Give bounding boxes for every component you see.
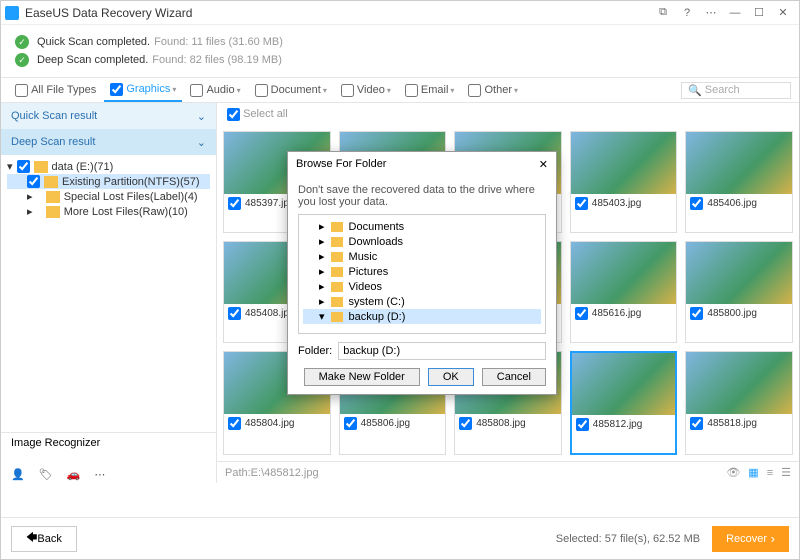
filter-video[interactable]: Video▾ [335, 78, 397, 102]
minimize-icon[interactable]: — [723, 1, 747, 25]
folder-browser-tree[interactable]: ▸ Documents▸ Downloads▸ Music▸ Pictures▸… [298, 214, 546, 334]
image-recognizer-label: Image Recognizer [1, 432, 216, 466]
browse-folder-dialog: Browse For Folder ✕ Don't save the recov… [287, 151, 557, 395]
thumbnail-card[interactable]: 485818.jpg [685, 351, 793, 455]
browser-node[interactable]: ▸ Downloads [303, 234, 541, 249]
folder-icon [46, 191, 60, 203]
thumbnail-card[interactable]: 485403.jpg [570, 131, 678, 233]
app-title: EaseUS Data Recovery Wizard [25, 6, 192, 20]
thumbnail-card[interactable]: 485812.jpg [570, 351, 678, 455]
maximize-icon[interactable]: ☐ [747, 1, 771, 25]
detail-view-icon[interactable]: ☰ [781, 466, 791, 479]
grid-view-icon[interactable]: ▦ [748, 466, 758, 479]
filter-graphics[interactable]: Graphics▾ [104, 78, 182, 102]
filter-email[interactable]: Email▾ [399, 78, 461, 102]
menu-icon[interactable]: ⋯ [699, 1, 723, 25]
browser-node[interactable]: ▸ system (C:) [303, 294, 541, 309]
dialog-title: Browse For Folder [296, 158, 386, 170]
folder-input[interactable] [338, 342, 546, 360]
quick-scan-status: ✓ Quick Scan completed. Found: 11 files … [15, 35, 785, 49]
quick-scan-header[interactable]: Quick Scan result⌄ [1, 103, 216, 129]
check-icon: ✓ [15, 53, 29, 67]
folder-tree[interactable]: ▾ data (E:)(71) Existing Partition(NTFS)… [1, 155, 216, 432]
search-input[interactable]: 🔍 Search [681, 82, 791, 99]
thumbnail-card[interactable]: 485406.jpg [685, 131, 793, 233]
tag-icon[interactable]: 🏷 [39, 468, 53, 481]
browser-node[interactable]: ▸ Music [303, 249, 541, 264]
path-label: Path:E:\485812.jpg [225, 467, 319, 479]
tree-root[interactable]: ▾ data (E:)(71) [7, 159, 210, 174]
car-icon[interactable]: 🚗 [67, 468, 81, 481]
share-icon[interactable]: ⧉ [651, 1, 675, 25]
tree-node[interactable]: Existing Partition(NTFS)(57) [7, 174, 210, 189]
close-icon[interactable]: ✕ [539, 158, 548, 171]
folder-icon [46, 206, 60, 218]
dialog-hint: Don't save the recovered data to the dri… [298, 184, 546, 208]
help-icon[interactable]: ? [675, 1, 699, 25]
thumbnail-card[interactable]: 485616.jpg [570, 241, 678, 343]
deep-scan-header[interactable]: Deep Scan result⌄ [1, 129, 216, 155]
filter-document[interactable]: Document▾ [249, 78, 333, 102]
selection-summary: Selected: 57 file(s), 62.52 MB [556, 533, 700, 545]
eye-icon[interactable]: 👁 [726, 466, 740, 479]
make-new-folder-button[interactable]: Make New Folder [304, 368, 420, 386]
cancel-button[interactable]: Cancel [482, 368, 546, 386]
tree-node[interactable]: ▸ Special Lost Files(Label)(4) [7, 189, 210, 204]
close-icon[interactable]: ✕ [771, 1, 795, 25]
back-button[interactable]: 🡄 Back [11, 526, 77, 552]
folder-label: Folder: [298, 345, 332, 357]
folder-icon [44, 176, 58, 188]
recover-button[interactable]: Recover › [712, 526, 789, 552]
list-view-icon[interactable]: ≡ [767, 467, 773, 479]
deep-scan-status: ✓ Deep Scan completed. Found: 82 files (… [15, 53, 785, 67]
browser-node[interactable]: ▸ Pictures [303, 264, 541, 279]
tree-node[interactable]: ▸ More Lost Files(Raw)(10) [7, 204, 210, 219]
check-icon: ✓ [15, 35, 29, 49]
select-all[interactable]: Select all [217, 103, 799, 125]
more-icon[interactable]: ⋯ [94, 468, 105, 481]
browser-node[interactable]: ▾ backup (D:) [303, 309, 541, 324]
browser-node[interactable]: ▸ Videos [303, 279, 541, 294]
filter-all[interactable]: All File Types [9, 78, 102, 102]
app-logo [5, 6, 19, 20]
browser-node[interactable]: ▸ Documents [303, 219, 541, 234]
filter-other[interactable]: Other▾ [462, 78, 524, 102]
ok-button[interactable]: OK [428, 368, 474, 386]
thumbnail-card[interactable]: 485800.jpg [685, 241, 793, 343]
search-icon: 🔍 [688, 84, 702, 97]
filter-audio[interactable]: Audio▾ [184, 78, 246, 102]
drive-icon [34, 161, 48, 173]
person-icon[interactable]: 👤 [11, 468, 25, 481]
